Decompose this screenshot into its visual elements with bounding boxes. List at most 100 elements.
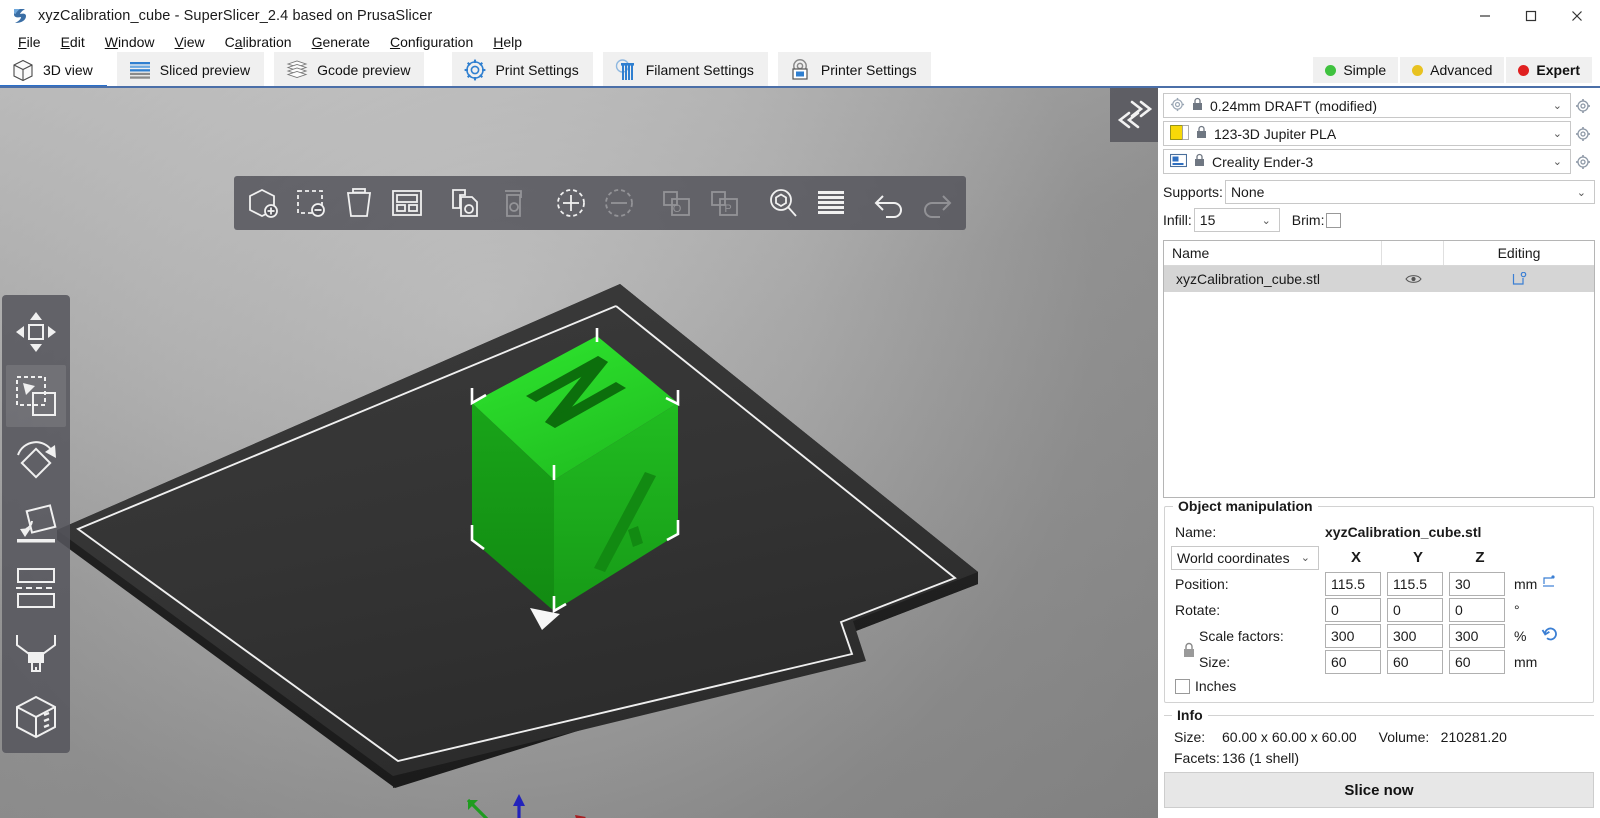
close-button[interactable]: [1554, 0, 1600, 32]
delete-all-icon[interactable]: [338, 182, 380, 224]
editing-icon[interactable]: [1444, 272, 1594, 286]
menu-generate[interactable]: Generate: [302, 32, 380, 52]
tab-print-settings[interactable]: Print Settings: [452, 52, 593, 88]
rotate-y-input[interactable]: 0: [1387, 597, 1443, 622]
remove-instance-icon[interactable]: [598, 182, 640, 224]
arrange-icon[interactable]: [386, 182, 428, 224]
tab-3d-view-label: 3D view: [43, 62, 93, 78]
split-to-parts-icon[interactable]: P: [704, 182, 746, 224]
filament-swatch-icon: [1170, 124, 1189, 143]
tab-gcode-preview[interactable]: Gcode preview: [274, 52, 425, 88]
size-z-input[interactable]: 60: [1449, 649, 1505, 674]
tab-printer-settings-label: Printer Settings: [820, 62, 917, 78]
print-settings-shortcut-icon[interactable]: [1571, 98, 1595, 114]
mode-simple[interactable]: Simple: [1313, 57, 1399, 83]
rotate-gizmo-icon[interactable]: [6, 429, 66, 491]
supports-select[interactable]: None ⌄: [1224, 180, 1595, 204]
axis-header-row: World coordinates ⌄ X Y Z: [1171, 545, 1587, 570]
object-list[interactable]: Name Editing xyzCalibration_cube.stl: [1163, 240, 1595, 498]
variable-layer-height-icon[interactable]: [810, 182, 852, 224]
tab-filament-settings[interactable]: Filament Settings: [602, 52, 768, 88]
seam-painting-gizmo-icon[interactable]: [6, 685, 66, 747]
delete-selection-icon[interactable]: [290, 182, 332, 224]
object-manipulation-title: Object manipulation: [1173, 498, 1318, 514]
scale-unit: %: [1514, 627, 1527, 644]
menu-view[interactable]: View: [165, 32, 215, 52]
printer-settings-shortcut-icon[interactable]: [1571, 154, 1595, 170]
info-facets-row: Facets: 136 (1 shell): [1170, 747, 1588, 768]
size-x-input[interactable]: 60: [1325, 649, 1381, 674]
place-on-face-gizmo-icon[interactable]: [6, 493, 66, 555]
reset-rotation-icon[interactable]: [1541, 625, 1560, 646]
mode-expert[interactable]: Expert: [1506, 57, 1592, 83]
copy-icon[interactable]: [444, 182, 486, 224]
add-icon[interactable]: [242, 182, 284, 224]
axis-header-z: Z: [1475, 549, 1485, 566]
coordinate-system-select[interactable]: World coordinates ⌄: [1171, 545, 1319, 570]
slice-now-button[interactable]: Slice now: [1164, 772, 1594, 808]
lock-closed-icon: [1191, 97, 1204, 114]
mode-selector: Simple Advanced Expert: [1313, 52, 1600, 88]
size-y-input[interactable]: 60: [1387, 649, 1443, 674]
position-y-input[interactable]: 115.5: [1387, 571, 1443, 596]
3d-viewport[interactable]: O P: [0, 88, 1158, 818]
printer-preset[interactable]: Creality Ender-3 ⌄: [1163, 149, 1571, 174]
paste-icon[interactable]: [492, 182, 534, 224]
rotate-unit: °: [1514, 601, 1520, 618]
menu-file[interactable]: File: [8, 32, 51, 52]
rotate-z-input[interactable]: 0: [1449, 597, 1505, 622]
drop-to-bed-icon[interactable]: [1541, 575, 1556, 592]
add-instance-icon[interactable]: [550, 182, 592, 224]
infill-select[interactable]: 15 ⌄: [1193, 208, 1280, 232]
menu-edit[interactable]: Edit: [51, 32, 95, 52]
table-row[interactable]: xyzCalibration_cube.stl: [1164, 266, 1594, 292]
position-z-input[interactable]: 30: [1449, 571, 1505, 596]
lock-closed-icon: [1195, 125, 1208, 142]
filament-settings-shortcut-icon[interactable]: [1571, 126, 1595, 142]
search-icon[interactable]: [762, 182, 804, 224]
menu-window[interactable]: Window: [95, 32, 165, 52]
window-controls: [1462, 0, 1600, 32]
collapse-sidebar-chevrons-icon[interactable]: [1110, 88, 1158, 142]
tab-bar: 3D view Sliced preview Gcode preview Pri…: [0, 52, 1600, 88]
mode-expert-dot: [1518, 64, 1530, 76]
eye-icon[interactable]: [1382, 273, 1444, 285]
uniform-scale-lock-icon[interactable]: [1181, 641, 1197, 662]
calibration-cube-model[interactable]: [430, 268, 750, 638]
cut-gizmo-icon[interactable]: [6, 557, 66, 619]
menu-help[interactable]: Help: [483, 32, 532, 52]
menu-configuration[interactable]: Configuration: [380, 32, 483, 52]
tab-3d-view[interactable]: 3D view: [0, 52, 107, 88]
filament-preset[interactable]: 123-3D Jupiter PLA ⌄: [1163, 121, 1571, 146]
tab-printer-settings[interactable]: Printer Settings: [777, 52, 931, 88]
maximize-button[interactable]: [1508, 0, 1554, 32]
filament-preset-row: 123-3D Jupiter PLA ⌄: [1163, 121, 1595, 146]
paint-support-gizmo-icon[interactable]: [6, 621, 66, 683]
brim-checkbox[interactable]: [1326, 212, 1342, 228]
print-preset[interactable]: 0.24mm DRAFT (modified) ⌄: [1163, 93, 1571, 118]
mode-advanced[interactable]: Advanced: [1400, 57, 1505, 83]
inches-label: Inches: [1195, 678, 1237, 694]
manipulation-object-name: xyzCalibration_cube.stl: [1325, 523, 1482, 540]
chevron-down-icon: ⌄: [1552, 100, 1562, 112]
position-x-input[interactable]: 115.5: [1325, 571, 1381, 596]
scale-x-input[interactable]: 300: [1325, 623, 1381, 648]
move-gizmo-icon[interactable]: [6, 301, 66, 363]
menu-calibration[interactable]: Calibration: [215, 32, 302, 52]
info-size-row: Size: 60.00 x 60.00 x 60.00 Volume: 2102…: [1170, 726, 1588, 747]
brim-label: Brim:: [1291, 212, 1325, 228]
tab-sliced-preview[interactable]: Sliced preview: [116, 52, 265, 88]
chevron-down-icon: ⌄: [1576, 186, 1586, 199]
scale-gizmo-icon[interactable]: [6, 365, 66, 427]
undo-icon[interactable]: [868, 182, 910, 224]
minimize-button[interactable]: [1462, 0, 1508, 32]
scale-y-input[interactable]: 300: [1387, 623, 1443, 648]
spool-icon: [615, 59, 634, 80]
superslicer-window: xyzCalibration_cube - SuperSlicer_2.4 ba…: [0, 0, 1600, 818]
inches-checkbox[interactable]: [1175, 678, 1190, 694]
rotate-x-input[interactable]: 0: [1325, 597, 1381, 622]
scale-z-input[interactable]: 300: [1449, 623, 1505, 648]
redo-icon[interactable]: [916, 182, 958, 224]
tab-gap: [424, 52, 439, 88]
split-to-objects-icon[interactable]: O: [656, 182, 698, 224]
